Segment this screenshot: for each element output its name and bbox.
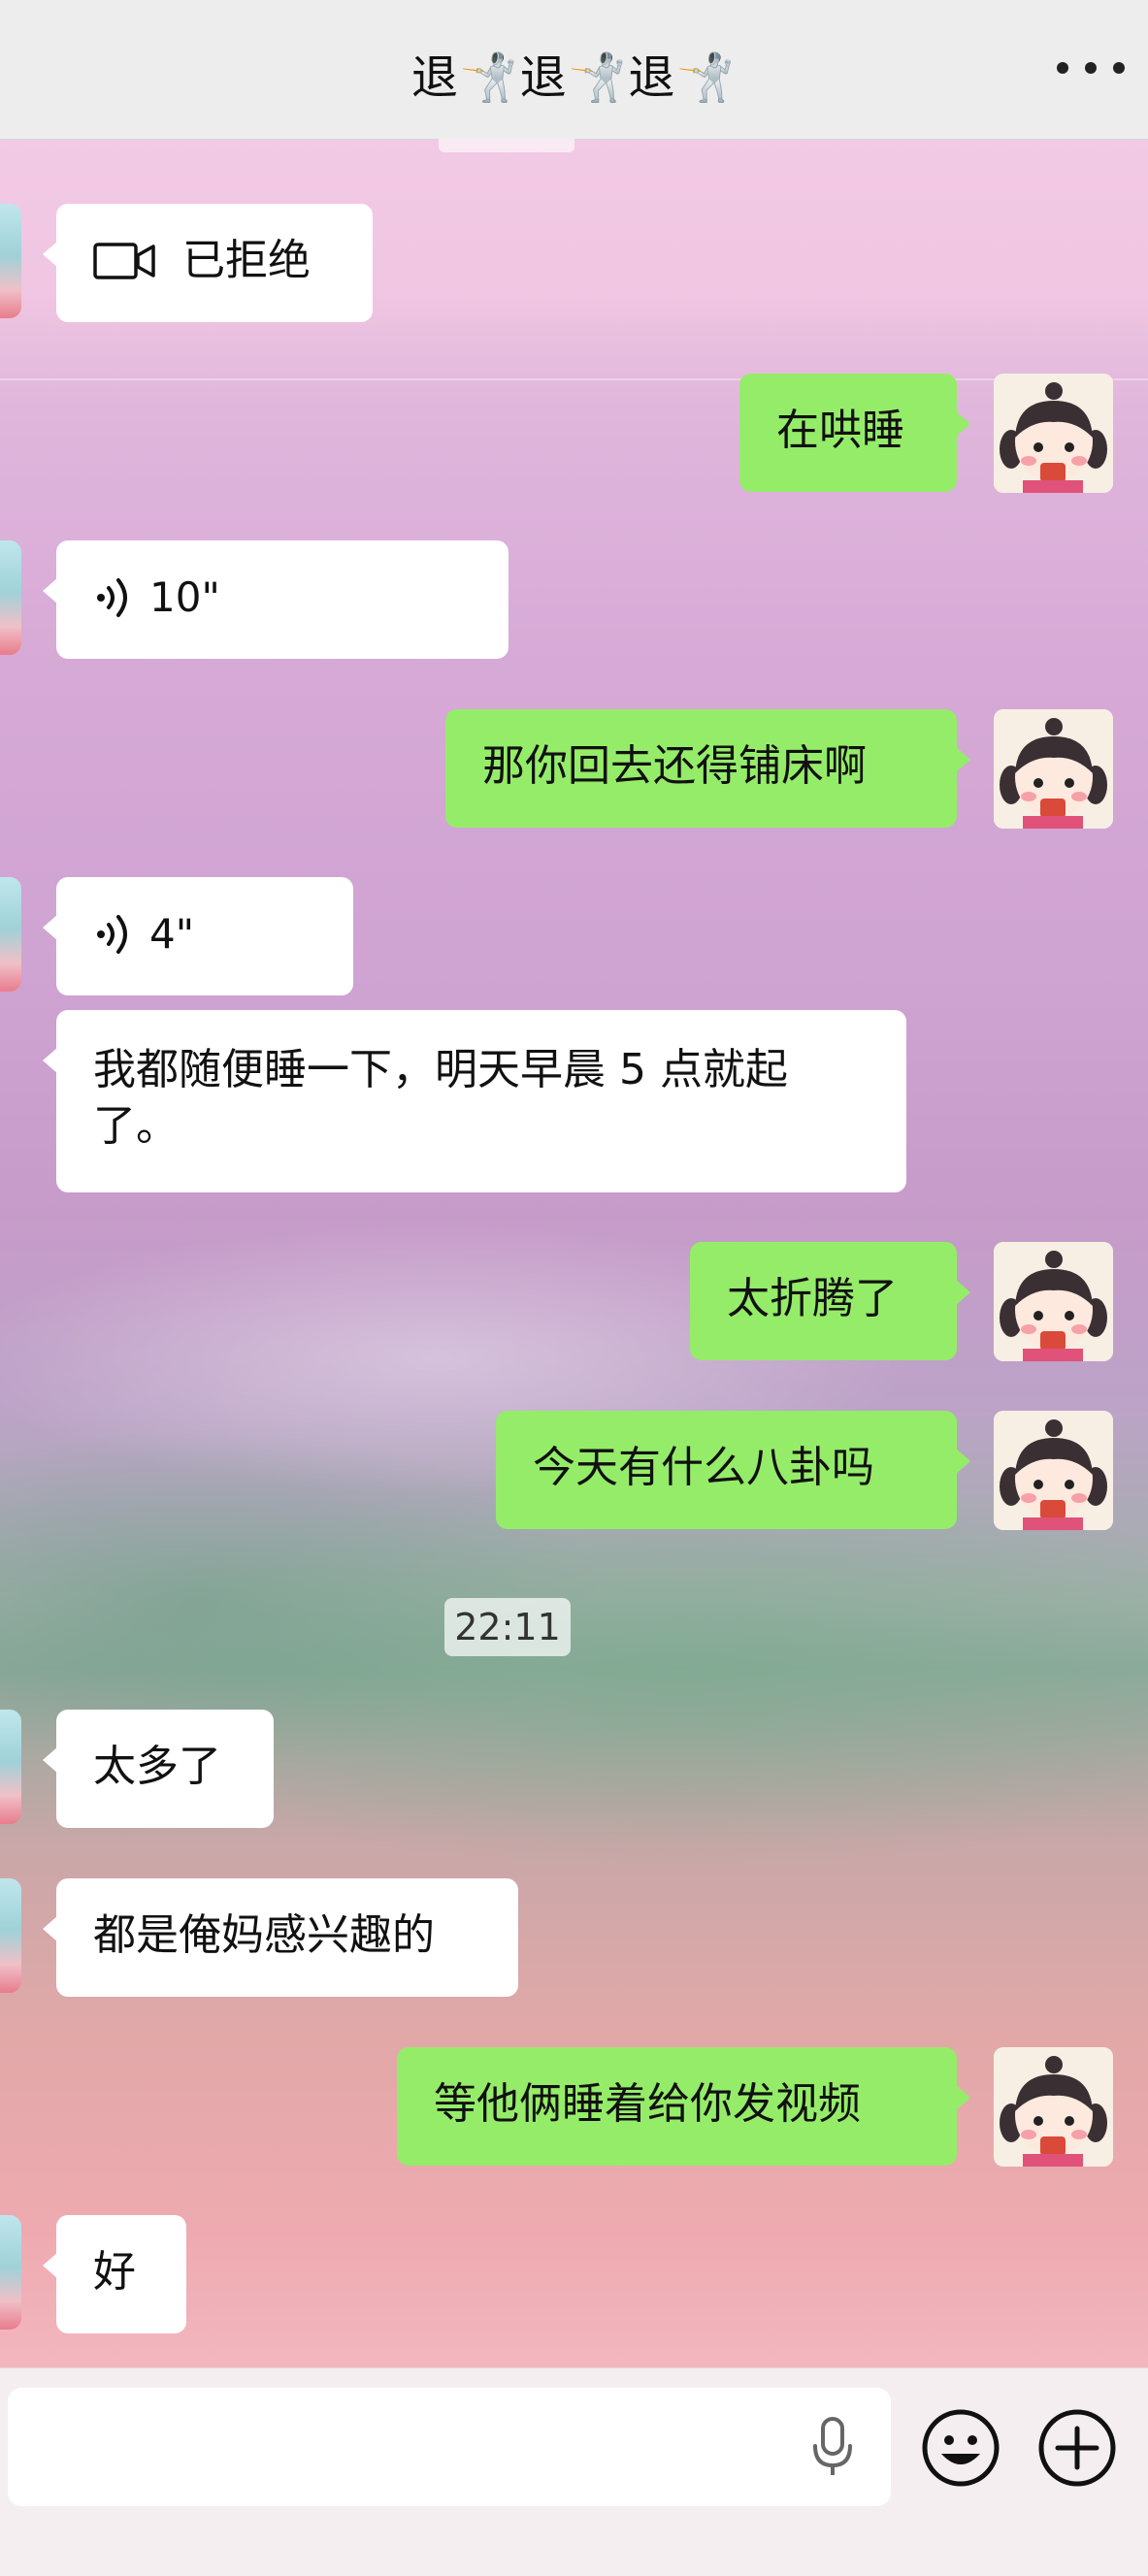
- time-divider: 22:11: [444, 1598, 571, 1656]
- voice-icon: [97, 578, 127, 617]
- message-bubble-incoming[interactable]: 都是俺妈感兴趣的: [43, 1878, 518, 1997]
- message-text: 都是俺妈感兴趣的: [93, 1910, 435, 1960]
- message-bubble-incoming[interactable]: 太多了: [43, 1710, 274, 1828]
- message-bubble-outgoing[interactable]: 太折腾了: [690, 1242, 970, 1360]
- plus-icon[interactable]: [1036, 2407, 1118, 2489]
- chat-title: 退🤺退🤺退🤺: [410, 50, 738, 105]
- chat-background: [0, 0, 1148, 2575]
- message-text: 今天有什么八卦吗: [533, 1443, 874, 1492]
- video-call-icon: [93, 243, 155, 279]
- more-icon[interactable]: [1057, 49, 1125, 87]
- contact-avatar[interactable]: [0, 204, 21, 318]
- contact-avatar[interactable]: [0, 1878, 21, 1993]
- contact-avatar[interactable]: [0, 877, 21, 992]
- message-input[interactable]: [8, 2388, 891, 2506]
- message-text: 我都随便睡一下，明天早晨 5 点就起了。: [93, 1045, 788, 1151]
- message-bubble-outgoing[interactable]: 那你回去还得铺床啊: [445, 709, 970, 828]
- message-text: 太折腾了: [727, 1274, 898, 1323]
- message-text: 太多了: [93, 1742, 221, 1791]
- message-bubble-incoming[interactable]: 已拒绝: [43, 204, 373, 322]
- emoji-icon[interactable]: [920, 2407, 1001, 2489]
- voice-icon: [97, 915, 127, 954]
- message-bubble-outgoing[interactable]: 在哄睡: [739, 374, 970, 492]
- voice-duration: 4": [149, 910, 195, 958]
- voice-message-bubble[interactable]: 4": [43, 877, 353, 995]
- background-horizon: [0, 378, 1148, 380]
- message-bubble-outgoing[interactable]: 等他俩睡着给你发视频: [397, 2047, 970, 2166]
- my-avatar[interactable]: [994, 1411, 1113, 1530]
- message-bubble-incoming[interactable]: 好: [43, 2215, 186, 2333]
- input-bar: [0, 2367, 1148, 2576]
- message-text: 好: [93, 2247, 136, 2297]
- message-text: 在哄睡: [776, 406, 904, 455]
- my-avatar[interactable]: [994, 1242, 1113, 1361]
- contact-avatar[interactable]: [0, 540, 21, 655]
- scroll-indicator: [439, 139, 574, 152]
- microphone-icon[interactable]: [805, 2413, 860, 2481]
- my-avatar[interactable]: [994, 709, 1113, 829]
- message-text: 那你回去还得铺床啊: [482, 741, 867, 791]
- message-text: 已拒绝: [182, 236, 311, 285]
- chat-header: 退🤺退🤺退🤺: [0, 0, 1148, 140]
- message-bubble-outgoing[interactable]: 今天有什么八卦吗: [496, 1411, 970, 1529]
- contact-avatar[interactable]: [0, 1710, 21, 1824]
- message-bubble-incoming[interactable]: 我都随便睡一下，明天早晨 5 点就起了。: [43, 1010, 906, 1192]
- my-avatar[interactable]: [994, 374, 1113, 493]
- voice-message-bubble[interactable]: 10": [43, 540, 508, 659]
- voice-duration: 10": [149, 573, 220, 621]
- contact-avatar[interactable]: [0, 2215, 21, 2330]
- my-avatar[interactable]: [994, 2047, 1113, 2167]
- message-text: 等他俩睡着给你发视频: [434, 2079, 861, 2129]
